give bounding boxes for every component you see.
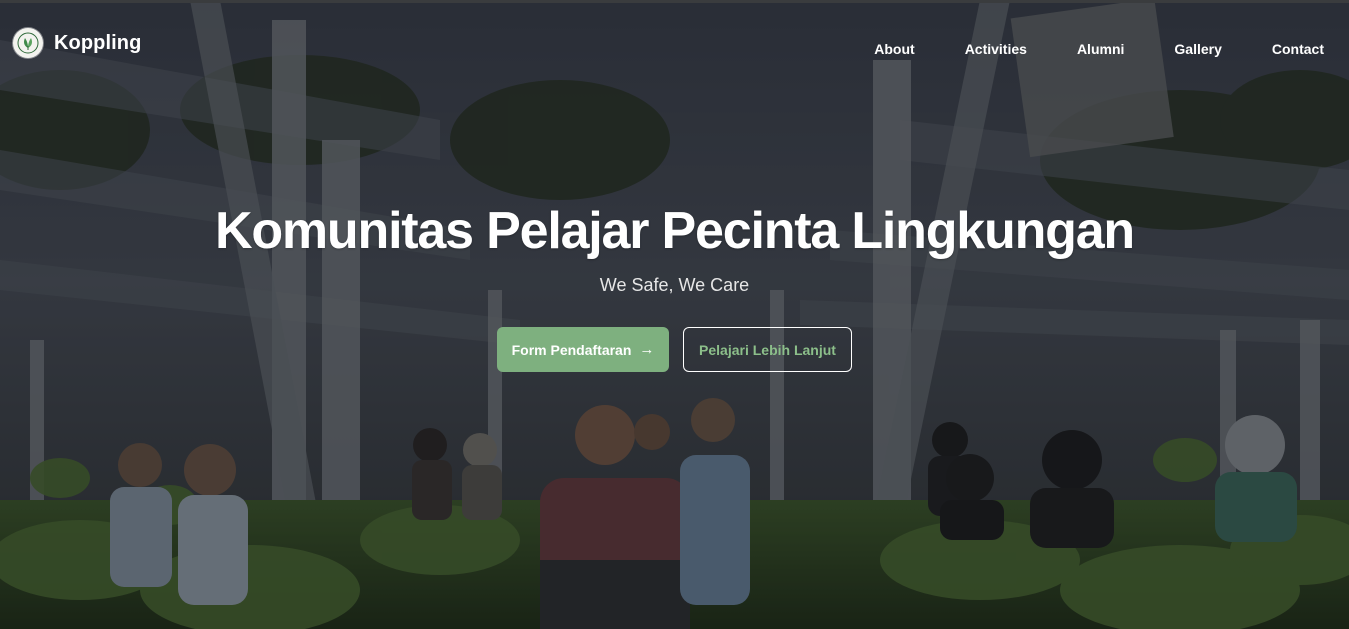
brand-name: Koppling [54, 31, 142, 54]
nav-activities[interactable]: Activities [965, 40, 1027, 58]
arrow-right-icon: → [639, 341, 655, 358]
cta-group: Form Pendaftaran → Pelajari Lebih Lanjut [0, 327, 1349, 372]
hero-title: Komunitas Pelajar Pecinta Lingkungan [214, 202, 1135, 260]
form-pendaftaran-label: Form Pendaftaran [511, 341, 632, 358]
hero-section: Koppling About Activities Alumni Gallery… [0, 0, 1349, 629]
learn-more-button[interactable]: Pelajari Lebih Lanjut [683, 327, 852, 372]
nav-about[interactable]: About [874, 40, 914, 58]
learn-more-label: Pelajari Lebih Lanjut [699, 341, 836, 358]
brand-link[interactable]: Koppling [13, 27, 141, 59]
main-nav: About Activities Alumni Gallery Contact [824, 40, 1324, 58]
navbar: Koppling About Activities Alumni Gallery… [0, 0, 1349, 90]
nav-gallery[interactable]: Gallery [1174, 40, 1221, 58]
hero-subtitle: We Safe, We Care [599, 275, 750, 295]
nav-contact[interactable]: Contact [1272, 40, 1324, 58]
leaf-emblem-icon [13, 28, 43, 58]
form-pendaftaran-button[interactable]: Form Pendaftaran → [497, 327, 669, 372]
dark-overlay [0, 0, 1349, 629]
nav-alumni[interactable]: Alumni [1077, 40, 1124, 58]
